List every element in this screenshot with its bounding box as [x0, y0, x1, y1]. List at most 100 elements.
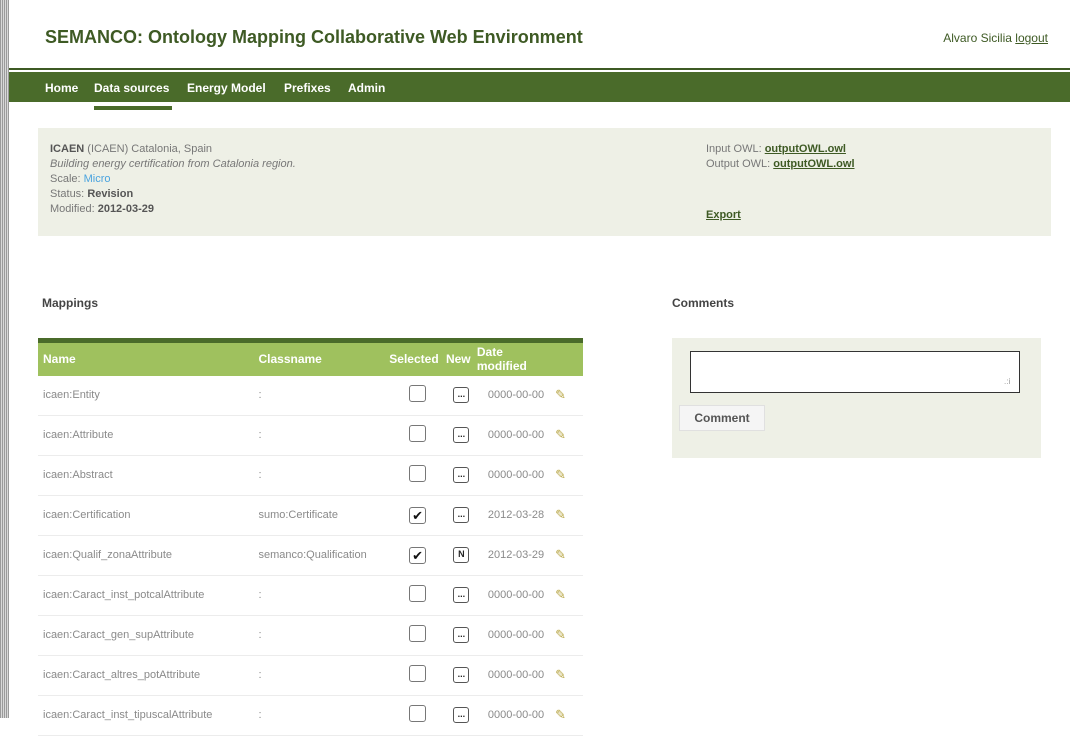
mapping-name: icaen:Caract_gen_supAttribute	[38, 615, 259, 656]
pencil-icon[interactable]: ✎	[555, 507, 566, 522]
comments-title: Comments	[672, 296, 735, 310]
nav-energy-model[interactable]: Energy Model	[187, 81, 266, 95]
mapping-date: 0000-00-00	[476, 415, 556, 456]
new-indicator[interactable]: ...	[453, 587, 470, 603]
table-row: icaen:Abstract:... 0000-00-00 ✎	[38, 455, 583, 496]
export-link[interactable]: Export	[706, 209, 741, 221]
logout-link[interactable]: logout	[1015, 31, 1048, 45]
source-modified: Modified: 2012-03-29	[50, 203, 154, 215]
selected-cell	[389, 455, 446, 496]
pencil-icon[interactable]: ✎	[555, 467, 566, 482]
new-indicator[interactable]: ...	[453, 427, 470, 443]
mapping-classname: sumo:Certificate	[258, 495, 390, 536]
pencil-icon[interactable]: ✎	[555, 427, 566, 442]
mapping-date: 2012-03-29	[476, 535, 556, 576]
edit-cell: ✎	[555, 415, 583, 456]
mapping-date: 2012-03-28	[476, 495, 556, 536]
new-indicator[interactable]: ...	[453, 707, 470, 723]
pencil-icon[interactable]: ✎	[555, 587, 566, 602]
comment-input[interactable]	[690, 351, 1020, 393]
selected-checkbox[interactable]	[409, 425, 427, 442]
col-edit-header	[555, 338, 583, 376]
pencil-icon[interactable]: ✎	[555, 667, 566, 682]
mapping-name: icaen:Entity	[38, 375, 259, 416]
mapping-name: icaen:Attribute	[38, 415, 259, 456]
mapping-name: icaen:Caract_inst_tipuscalAttribute	[38, 695, 259, 736]
pencil-icon[interactable]: ✎	[555, 387, 566, 402]
new-indicator[interactable]: ...	[453, 627, 470, 643]
selected-cell	[389, 695, 446, 736]
table-row: icaen:Caract_altres_potAttribute:... 0000…	[38, 655, 583, 696]
source-heading: ICAEN (ICAEN) Catalonia, Spain	[50, 143, 212, 155]
new-indicator[interactable]: ...	[453, 507, 470, 523]
mapping-date: 0000-00-00	[476, 375, 556, 416]
mappings-table-body: icaen:Entity:... 0000-00-00 ✎ icaen:Attribu…	[38, 375, 583, 736]
new-cell: ...	[445, 615, 477, 656]
scale-label: Scale:	[50, 173, 81, 185]
main-nav: Home Data sources Energy Model Prefixes …	[9, 72, 1070, 102]
col-classname-header: Classname	[258, 338, 390, 376]
edit-cell: ✎	[555, 655, 583, 696]
nav-active-indicator	[94, 106, 172, 110]
modified-value: 2012-03-29	[97, 203, 154, 215]
pencil-icon[interactable]: ✎	[555, 707, 566, 722]
selected-checkbox[interactable]	[409, 385, 427, 402]
comments-panel: .:i Comment	[672, 338, 1041, 458]
output-owl: Output OWL: outputOWL.owl	[706, 158, 855, 170]
nav-data-sources[interactable]: Data sources	[94, 81, 169, 95]
selected-checkbox[interactable]: ✔	[409, 506, 427, 524]
mapping-date: 0000-00-00	[476, 575, 556, 616]
mapping-date: 0000-00-00	[476, 655, 556, 696]
mapping-name: icaen:Qualif_zonaAttribute	[38, 535, 259, 576]
site-header: SEMANCO: Ontology Mapping Collaborative …	[9, 0, 1070, 70]
new-indicator[interactable]: ...	[453, 467, 470, 483]
new-indicator[interactable]: ...	[453, 387, 470, 403]
selected-checkbox[interactable]	[409, 585, 427, 602]
pencil-icon[interactable]: ✎	[555, 547, 566, 562]
new-indicator[interactable]: N	[453, 547, 470, 563]
modified-label: Modified:	[50, 203, 95, 215]
pencil-icon[interactable]: ✎	[555, 627, 566, 642]
mapping-classname: :	[258, 575, 390, 616]
mapping-date: 0000-00-00	[476, 695, 556, 736]
source-origin: (ICAEN) Catalonia, Spain	[87, 143, 213, 155]
mapping-name: icaen:Caract_altres_potAttribute	[38, 655, 259, 696]
mapping-name: icaen:Certification	[38, 495, 259, 536]
nav-admin[interactable]: Admin	[348, 81, 385, 95]
edit-cell: ✎	[555, 455, 583, 496]
new-indicator[interactable]: ...	[453, 667, 470, 683]
mapping-date: 0000-00-00	[476, 455, 556, 496]
mapping-classname: :	[258, 375, 390, 416]
nav-prefixes[interactable]: Prefixes	[284, 81, 331, 95]
resize-grip-icon[interactable]: .:i	[1004, 377, 1010, 386]
mapping-name: icaen:Caract_inst_potcalAttribute	[38, 575, 259, 616]
output-owl-link[interactable]: outputOWL.owl	[773, 158, 854, 170]
col-name-header: Name	[38, 338, 259, 376]
export-area: Export	[706, 209, 741, 221]
selected-checkbox[interactable]	[409, 465, 427, 482]
header-divider	[9, 68, 1070, 70]
selected-cell: ✔	[389, 495, 446, 536]
col-new-header: New	[445, 338, 477, 376]
mapping-date: 0000-00-00	[476, 615, 556, 656]
table-row: icaen:Caract_gen_supAttribute:... 0000-00…	[38, 615, 583, 656]
mapping-name: icaen:Abstract	[38, 455, 259, 496]
selected-checkbox[interactable]	[409, 705, 427, 722]
scale-value: Micro	[83, 173, 111, 185]
new-cell: ...	[445, 455, 477, 496]
selected-cell	[389, 415, 446, 456]
new-cell: ...	[445, 575, 477, 616]
selected-checkbox[interactable]	[409, 625, 427, 642]
edit-cell: ✎	[555, 575, 583, 616]
source-scale: Scale: Micro	[50, 173, 111, 185]
mapping-classname: semanco:Qualification	[258, 535, 390, 576]
nav-home[interactable]: Home	[45, 81, 78, 95]
comment-button[interactable]: Comment	[679, 405, 765, 431]
selected-checkbox[interactable]	[409, 665, 427, 682]
table-row: icaen:Qualif_zonaAttribute semanco:Qualif…	[38, 535, 583, 576]
selected-checkbox[interactable]: ✔	[409, 546, 427, 564]
input-owl-link[interactable]: outputOWL.owl	[765, 143, 846, 155]
edit-cell: ✎	[555, 495, 583, 536]
new-cell: ...	[445, 655, 477, 696]
new-cell: ...	[445, 375, 477, 416]
